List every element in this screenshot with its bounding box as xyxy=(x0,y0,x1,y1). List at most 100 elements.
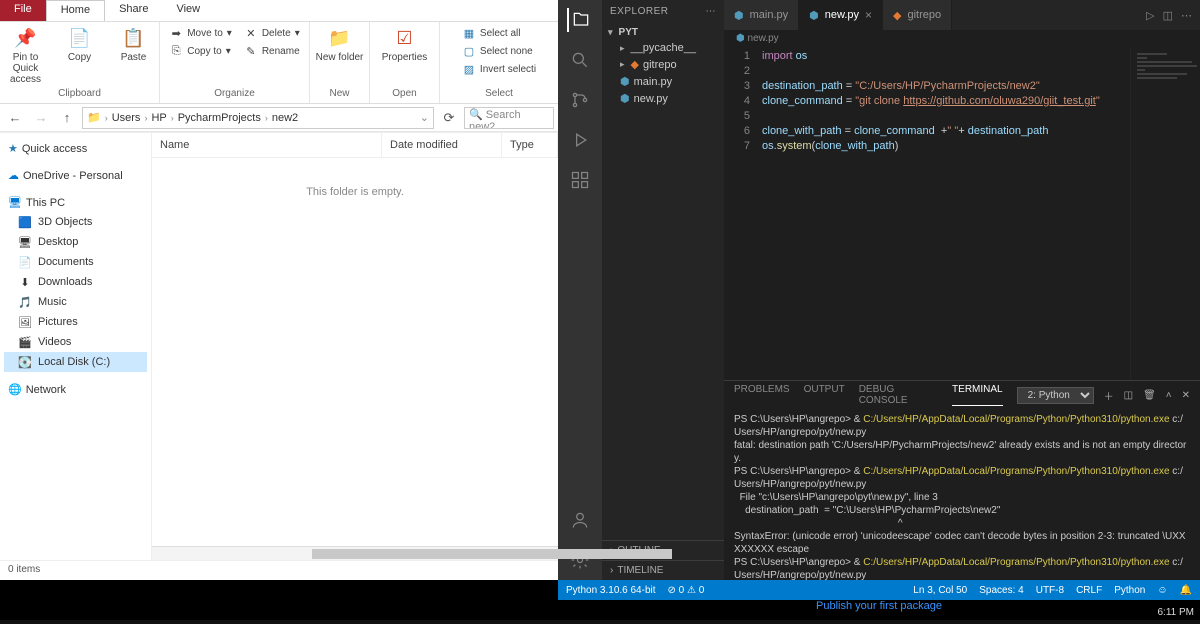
forward-button[interactable]: → xyxy=(30,107,52,129)
nav-this-pc[interactable]: 🖥This PC xyxy=(4,193,147,212)
nav-item-3d-objects[interactable]: 🟦3D Objects xyxy=(4,212,147,232)
select-all-button[interactable]: ▦Select all xyxy=(458,24,540,42)
taskbar[interactable] xyxy=(0,620,1200,624)
nav-item-pictures[interactable]: 🖼Pictures xyxy=(4,312,147,332)
status-feedback[interactable]: ☺ xyxy=(1157,585,1167,596)
tree-item-gitrepo[interactable]: ◆ gitrepo xyxy=(602,56,724,73)
publish-hint[interactable]: Publish your first package xyxy=(558,600,1200,618)
move-to-button[interactable]: ➡Move to ▾ xyxy=(165,24,236,42)
horizontal-scrollbar[interactable] xyxy=(152,546,558,560)
nav-item-music[interactable]: 🎵Music xyxy=(4,292,147,312)
nav-item-documents[interactable]: 📄Documents xyxy=(4,252,147,272)
nav-onedrive[interactable]: ☁OneDrive - Personal xyxy=(4,166,147,185)
tree-root[interactable]: PYT xyxy=(602,25,724,40)
tab-file[interactable]: File xyxy=(0,0,46,21)
nav-item-videos[interactable]: 🎬Videos xyxy=(4,332,147,352)
rename-button[interactable]: ✎Rename xyxy=(240,42,304,60)
nav-quick-access[interactable]: ★Quick access xyxy=(4,139,147,158)
nav-item-downloads[interactable]: ⬇Downloads xyxy=(4,272,147,292)
status-python[interactable]: Python 3.10.6 64-bit xyxy=(566,585,656,596)
panel-tab-output[interactable]: OUTPUT xyxy=(804,384,845,406)
account-icon[interactable] xyxy=(568,508,592,532)
tree-item-main-py[interactable]: ⬢ main.py xyxy=(602,73,724,90)
tab-main-py[interactable]: ⬢main.py xyxy=(724,0,799,30)
search-placeholder: Search new2 xyxy=(469,109,521,129)
terminal-selector[interactable]: 2: Python xyxy=(1017,387,1094,404)
new-terminal-icon[interactable]: ＋ xyxy=(1104,388,1114,403)
extensions-icon[interactable] xyxy=(568,168,592,192)
crumb-new2[interactable]: new2 xyxy=(272,112,298,124)
properties-icon: ☑ xyxy=(391,24,419,52)
address-bar[interactable]: 📁 › Users› HP› PycharmProjects› new2 ⌄ xyxy=(82,107,434,129)
tab-share[interactable]: Share xyxy=(105,0,162,21)
copy-icon: 📄 xyxy=(66,24,94,52)
close-panel-icon[interactable]: ✕ xyxy=(1182,390,1190,401)
tree-item--pycache-[interactable]: __pycache__ xyxy=(602,40,724,56)
status-ln-col[interactable]: Ln 3, Col 50 xyxy=(913,585,967,596)
panel-tab-debug-console[interactable]: DEBUG CONSOLE xyxy=(859,384,938,406)
pin-quick-access-button[interactable]: 📌 Pin to Quick access xyxy=(1,24,51,85)
drive-icon: 🎵 xyxy=(18,295,32,309)
close-icon[interactable]: × xyxy=(865,8,872,22)
col-name[interactable]: Name xyxy=(152,133,382,157)
tab-new-py[interactable]: ⬢new.py× xyxy=(799,0,883,30)
thispc-label: This PC xyxy=(26,197,65,209)
tab-home[interactable]: Home xyxy=(46,0,105,21)
source-control-icon[interactable] xyxy=(568,88,592,112)
back-button[interactable]: ← xyxy=(4,107,26,129)
paste-label: Paste xyxy=(121,52,147,63)
tab-view[interactable]: View xyxy=(162,0,214,21)
col-type[interactable]: Type xyxy=(502,133,558,157)
debug-icon[interactable] xyxy=(568,128,592,152)
status-encoding[interactable]: UTF-8 xyxy=(1036,585,1064,596)
search-icon[interactable] xyxy=(568,48,592,72)
nav-item-desktop[interactable]: 🖥Desktop xyxy=(4,232,147,252)
selectall-label: Select all xyxy=(480,28,521,39)
search-input[interactable]: 🔍 Search new2 xyxy=(464,107,554,129)
side-more-icon[interactable]: ⋯ xyxy=(706,6,717,17)
trash-icon[interactable]: 🗑 xyxy=(1143,390,1156,401)
delete-button[interactable]: ✕Delete ▾ xyxy=(240,24,304,42)
minimap[interactable] xyxy=(1130,47,1200,380)
rename-label: Rename xyxy=(262,46,300,57)
paste-button[interactable]: 📋 Paste xyxy=(109,24,159,63)
run-icon[interactable]: ▷ xyxy=(1146,9,1154,22)
status-lang[interactable]: Python xyxy=(1114,585,1145,596)
nav-network[interactable]: 🌐Network xyxy=(4,380,147,399)
copy-to-button[interactable]: ⎘Copy to ▾ xyxy=(165,42,236,60)
refresh-button[interactable]: ⟳ xyxy=(438,107,460,129)
panel: PROBLEMS OUTPUT DEBUG CONSOLE TERMINAL 2: P… xyxy=(724,380,1200,580)
up-button[interactable]: ↑ xyxy=(56,107,78,129)
properties-button[interactable]: ☑ Properties xyxy=(380,24,430,63)
maximize-panel-icon[interactable]: ˄ xyxy=(1166,390,1172,401)
editor[interactable]: 1234567 import os destination_path = "C:… xyxy=(724,47,1200,380)
terminal[interactable]: PS C:\Users\HP\angrepo> & C:/Users/HP/Ap… xyxy=(724,409,1200,580)
breadcrumb[interactable]: ⬢ new.py xyxy=(724,30,1200,47)
chevron-down-icon[interactable]: ⌄ xyxy=(420,111,429,124)
panel-tab-problems[interactable]: PROBLEMS xyxy=(734,384,790,406)
group-open-label: Open xyxy=(392,88,416,101)
status-eol[interactable]: CRLF xyxy=(1076,585,1102,596)
new-folder-button[interactable]: 📁 New folder xyxy=(315,24,365,63)
more-icon[interactable]: ⋯ xyxy=(1181,9,1192,22)
crumb-users[interactable]: Users xyxy=(112,112,141,124)
timeline-section[interactable]: ›TIMELINE xyxy=(602,560,724,580)
tab-gitrepo[interactable]: ◆gitrepo xyxy=(883,0,952,30)
invert-selection-button[interactable]: ▨Invert selecti xyxy=(458,60,540,78)
status-bell-icon[interactable]: 🔔 xyxy=(1180,585,1192,596)
tree-item-new-py[interactable]: ⬢ new.py xyxy=(602,90,724,107)
status-problems[interactable]: ⊘ 0 ⚠ 0 xyxy=(668,585,705,596)
explorer-icon[interactable] xyxy=(567,8,591,32)
status-spaces[interactable]: Spaces: 4 xyxy=(979,585,1023,596)
ribbon-tabs: File Home Share View xyxy=(0,0,558,22)
split-terminal-icon[interactable]: ◫ xyxy=(1124,390,1133,401)
panel-tab-terminal[interactable]: TERMINAL xyxy=(952,384,1003,406)
split-editor-icon[interactable]: ◫ xyxy=(1163,9,1173,22)
col-date[interactable]: Date modified xyxy=(382,133,502,157)
select-none-button[interactable]: ▢Select none xyxy=(458,42,540,60)
copy-button[interactable]: 📄 Copy xyxy=(55,24,105,63)
nav-item-local-disk-c-[interactable]: 💽Local Disk (C:) xyxy=(4,352,147,372)
crumb-pycharm[interactable]: PycharmProjects xyxy=(178,112,261,124)
drive-icon: 🟦 xyxy=(18,215,32,229)
crumb-hp[interactable]: HP xyxy=(151,112,166,124)
